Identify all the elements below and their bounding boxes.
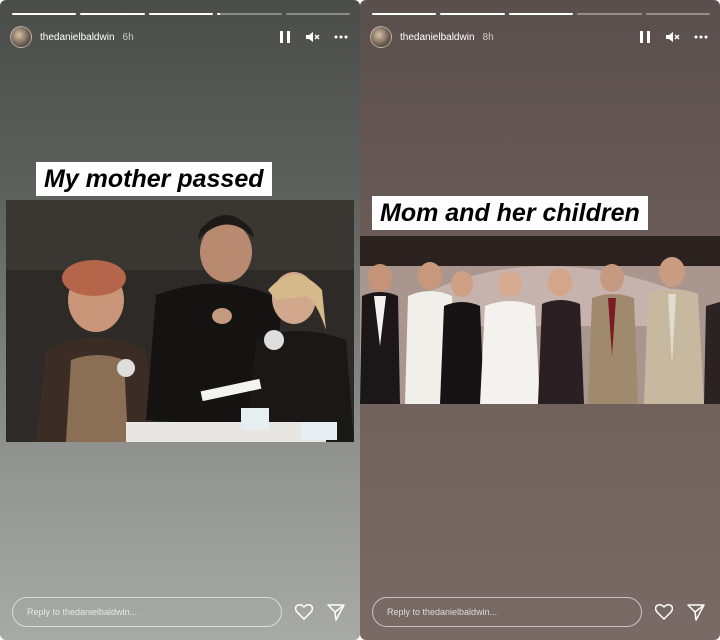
progress-segment: [372, 13, 437, 15]
progress-segment: [12, 13, 77, 15]
story-photo: [6, 200, 354, 442]
story-photo: [360, 236, 720, 404]
avatar[interactable]: [370, 26, 392, 48]
send-icon[interactable]: [326, 602, 346, 622]
more-icon[interactable]: [694, 30, 708, 44]
progress-fill: [12, 13, 77, 15]
story-caption: Mom and her children: [372, 196, 648, 230]
progress-segment: [508, 13, 574, 15]
progress-segment: [577, 13, 642, 15]
progress-segment: [148, 13, 214, 15]
more-icon[interactable]: [334, 30, 348, 44]
progress-fill: [148, 13, 214, 15]
progress-segment: [285, 13, 351, 15]
story-header: thedanielbaldwin 6h: [10, 26, 348, 48]
story-controls: [638, 30, 708, 44]
progress-segment: [80, 13, 145, 15]
mute-icon[interactable]: [306, 30, 320, 44]
send-icon[interactable]: [686, 602, 706, 622]
reply-input[interactable]: [372, 597, 642, 627]
story-footer: [372, 596, 708, 628]
story-panel[interactable]: thedanielbaldwin 6h My mother passed Rep…: [0, 0, 360, 640]
heart-icon[interactable]: [294, 602, 314, 622]
story-controls: [278, 30, 348, 44]
progress-fill: [217, 13, 221, 15]
progress-fill: [80, 13, 145, 15]
pause-icon[interactable]: [638, 30, 652, 44]
mute-icon[interactable]: [666, 30, 680, 44]
username[interactable]: thedanielbaldwin: [40, 32, 115, 43]
heart-icon[interactable]: [654, 602, 674, 622]
story-footer: [12, 596, 348, 628]
progress-segment: [645, 13, 711, 15]
post-time: 8h: [482, 31, 494, 43]
progress-fill: [440, 13, 505, 15]
story-progress-bar: [12, 13, 351, 15]
post-time: 6h: [122, 31, 134, 43]
avatar[interactable]: [10, 26, 32, 48]
progress-fill: [372, 13, 437, 15]
story-header: thedanielbaldwin 8h: [370, 26, 708, 48]
story-panel[interactable]: thedanielbaldwin 8h Mom and her children…: [360, 0, 720, 640]
username[interactable]: thedanielbaldwin: [400, 32, 475, 43]
progress-segment: [440, 13, 505, 15]
story-caption: My mother passed: [36, 162, 272, 196]
reply-input[interactable]: [12, 597, 282, 627]
progress-fill: [508, 13, 574, 15]
stories-viewer: thedanielbaldwin 6h My mother passed Rep…: [0, 0, 720, 640]
story-progress-bar: [372, 13, 711, 15]
pause-icon[interactable]: [278, 30, 292, 44]
progress-segment: [217, 13, 282, 15]
